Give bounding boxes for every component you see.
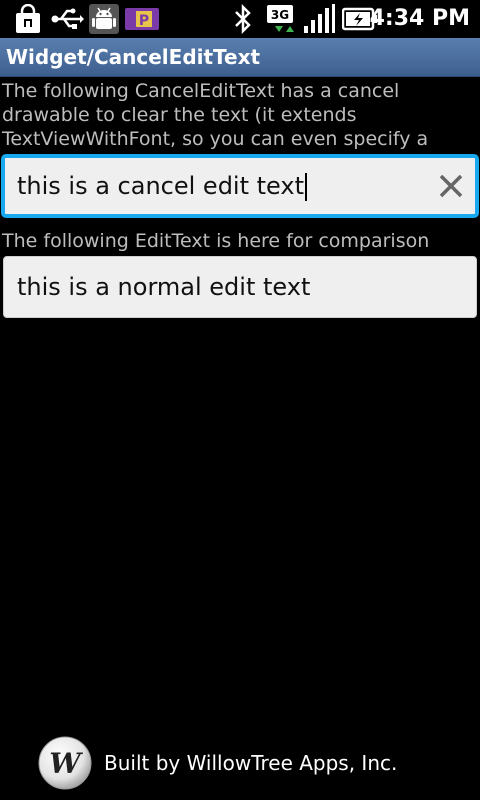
network-type-label: 3G: [271, 8, 289, 22]
cancel-edit-text-field[interactable]: this is a cancel edit text: [1, 154, 479, 218]
normal-edit-text-field[interactable]: this is a normal edit text: [3, 256, 477, 318]
status-bar: P 3G 4:34 PM: [0, 0, 480, 38]
page-title: Widget/CancelEditText: [6, 45, 261, 69]
normal-edit-text-description: The following EditText is here for compa…: [2, 230, 430, 252]
willowtree-logo-icon: W: [38, 736, 92, 790]
svg-text:P: P: [139, 13, 149, 29]
android-debug-icon: [89, 4, 119, 34]
cancel-edit-text-value: this is a cancel edit text: [17, 172, 305, 200]
network-3g-icon: 3G: [267, 5, 294, 32]
shopping-bag-icon: [16, 4, 40, 33]
signal-bars-icon: [304, 4, 335, 33]
cancel-edit-text-value-wrap: this is a cancel edit text: [17, 158, 308, 214]
title-bar: Widget/CancelEditText: [0, 38, 480, 77]
footer-credit: Built by WillowTree Apps, Inc.: [104, 751, 398, 775]
usb-icon: [51, 8, 84, 29]
clear-text-icon[interactable]: [435, 170, 467, 202]
logo-letter: W: [49, 747, 83, 780]
screen: P 3G 4:34 PM Widget/CancelEditText The f…: [0, 0, 480, 800]
clock: 4:34 PM: [369, 6, 470, 31]
text-cursor: [305, 173, 308, 201]
bluetooth-icon: [235, 4, 251, 34]
parking-app-icon: P: [125, 8, 159, 30]
normal-edit-text-value: this is a normal edit text: [17, 273, 311, 301]
